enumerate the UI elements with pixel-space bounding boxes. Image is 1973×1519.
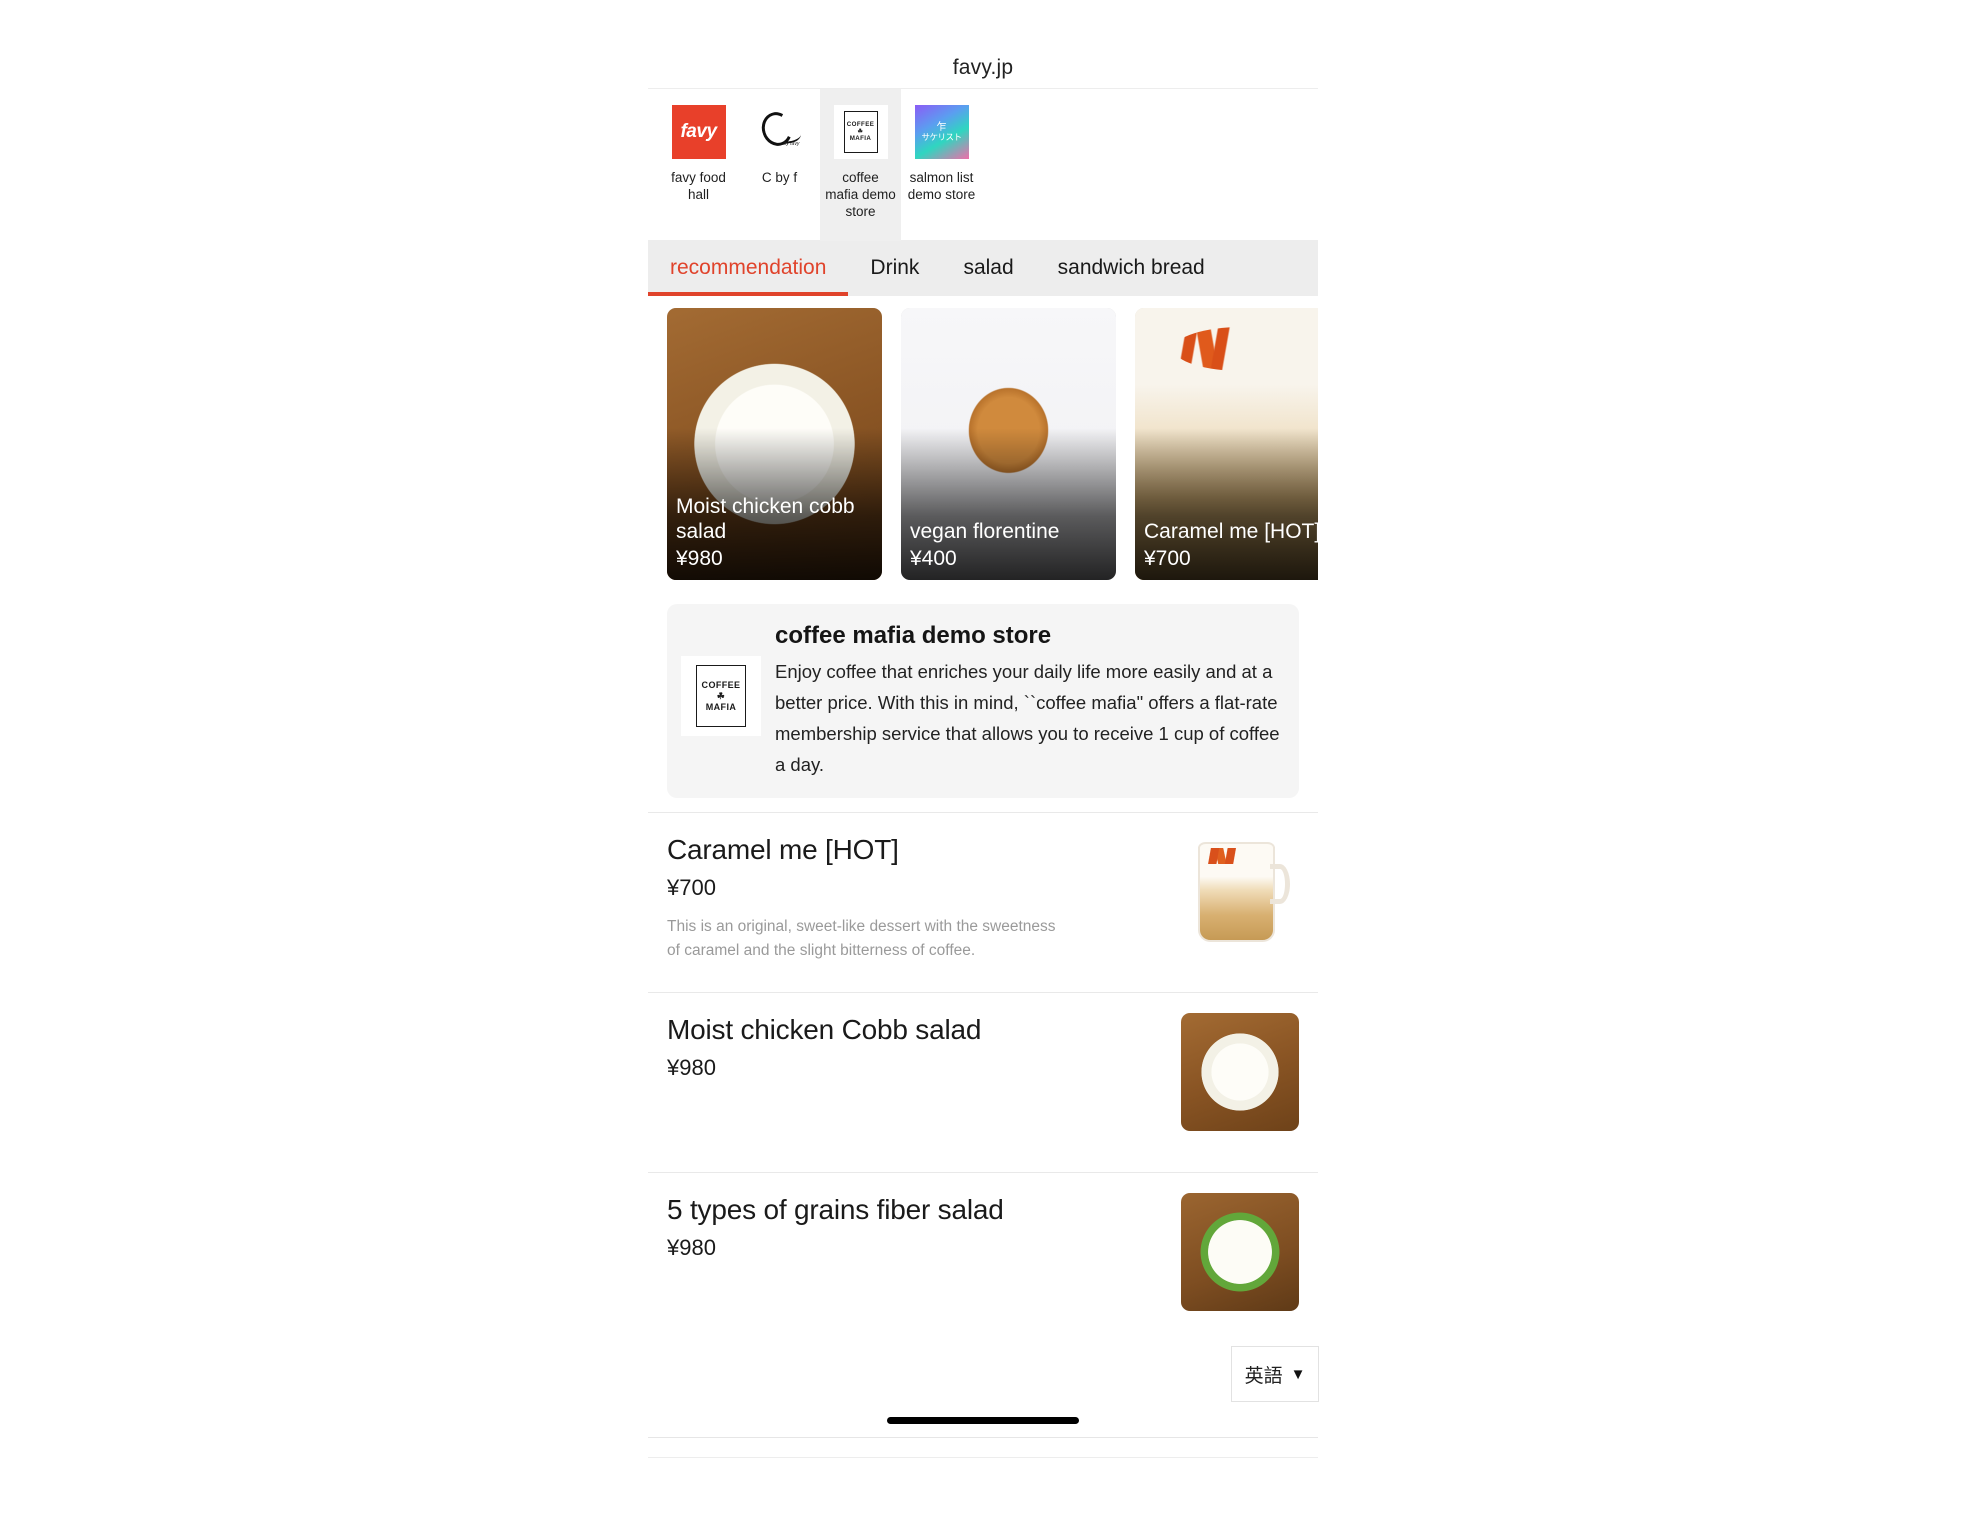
menu-item-info: Moist chicken Cobb salad ¥980 [667, 1013, 1165, 1095]
menu-item-name: Caramel me [HOT] [667, 834, 899, 865]
menu-item-list: Caramel me [HOT] ¥700 This is an origina… [648, 812, 1318, 1352]
language-selector-value: 英語 [1244, 1365, 1283, 1387]
carousel-card[interactable]: vegan florentine ¥400 [901, 308, 1116, 580]
menu-item-name: Moist chicken Cobb salad [667, 1014, 982, 1045]
page-frame: favy.jp favy favy food hall by favy C by… [648, 48, 1319, 1458]
store-label: C by f [761, 170, 798, 185]
store-label: coffee mafia demo store [825, 170, 896, 219]
card-item-price: ¥980 [676, 547, 723, 570]
salmon-logo-text: サケリスト [921, 131, 962, 142]
store-tile-coffee-mafia-demo-store[interactable]: COFFEE ☘ MAFIA coffee mafia demo store [820, 89, 901, 241]
menu-item-name: 5 types of grains fiber salad [667, 1194, 1004, 1225]
store-label: salmon list demo store [907, 170, 976, 202]
category-tab-bar: recommendation Drink salad sandwich brea… [648, 240, 1318, 296]
menu-item-row[interactable]: Moist chicken Cobb salad ¥980 [648, 992, 1318, 1172]
store-label: favy food hall [671, 170, 726, 202]
menu-item-row[interactable]: Caramel me [HOT] ¥700 This is an origina… [648, 812, 1318, 992]
card-caption: Moist chicken cobb salad ¥980 [676, 494, 874, 572]
menu-item-thumbnail [1181, 1193, 1299, 1311]
mustache-icon: ☘ [716, 690, 726, 701]
mafia-bottom-text: MAFIA [705, 701, 737, 712]
menu-item-price: ¥700 [667, 875, 716, 900]
latte-drizzle-detail [1206, 848, 1264, 864]
store-info-title: coffee mafia demo store [775, 622, 1052, 649]
caramel-drizzle-detail [1173, 327, 1312, 371]
menu-item-description: This is an original, sweet-like dessert … [667, 918, 1056, 959]
card-item-name: Moist chicken cobb salad [676, 495, 855, 543]
mafia-bottom-text: MAFIA [849, 135, 872, 143]
store-tile-c-by-f[interactable]: by favy C by f [739, 89, 820, 241]
screen-root: favy.jp favy favy food hall by favy C by… [0, 0, 1973, 1519]
home-indicator-area [648, 1410, 1318, 1430]
coffee-mafia-logo-icon: COFFEE ☘ MAFIA [833, 105, 888, 159]
store-info-body: coffee mafia demo store Enjoy coffee tha… [775, 620, 1281, 780]
store-tile-salmon-list-demo-store[interactable]: 乍 サケリスト salmon list demo store [901, 89, 982, 241]
menu-item-thumbnail [1181, 833, 1299, 951]
tab-sandwich-bread[interactable]: sandwich bread [1036, 240, 1227, 296]
favy-logo-text: favy [671, 105, 726, 159]
cobb-salad-photo [1181, 1013, 1299, 1131]
card-item-price: ¥700 [1144, 547, 1191, 570]
frame-bottom-edge [648, 1457, 1318, 1458]
mafia-top-text: COFFEE [846, 120, 875, 128]
c-by-f-subtext: by favy [783, 141, 800, 147]
tab-drink[interactable]: Drink [848, 240, 941, 296]
caramel-latte-photo [1181, 833, 1299, 951]
favy-logo-icon: favy [671, 105, 726, 159]
card-caption: vegan florentine ¥400 [910, 519, 1108, 572]
store-info-panel: COFFEE ☘ MAFIA coffee mafia demo store E… [667, 604, 1299, 798]
tab-recommendation[interactable]: recommendation [648, 240, 849, 296]
menu-item-thumbnail [1181, 1013, 1299, 1131]
carousel-card[interactable]: Caramel me [HOT] ¥700 [1135, 308, 1318, 580]
card-item-name: Caramel me [HOT] [1144, 520, 1318, 543]
store-info-logo-icon: COFFEE ☘ MAFIA [681, 656, 761, 736]
card-item-name: vegan florentine [910, 520, 1060, 543]
language-selector[interactable]: 英語 ▼ [1231, 1346, 1319, 1402]
grain-salad-photo [1181, 1193, 1299, 1311]
menu-item-price: ¥980 [667, 1055, 716, 1080]
chevron-down-icon: ▼ [1290, 1365, 1306, 1383]
menu-item-info: Caramel me [HOT] ¥700 This is an origina… [667, 833, 1165, 963]
menu-item-price: ¥980 [667, 1235, 716, 1260]
menu-item-info: 5 types of grains fiber salad ¥980 [667, 1193, 1165, 1275]
card-caption: Caramel me [HOT] ¥700 [1144, 519, 1318, 572]
mafia-top-text: COFFEE [701, 679, 741, 690]
coffee-mafia-plate: COFFEE ☘ MAFIA [696, 665, 746, 727]
carousel-card[interactable]: Moist chicken cobb salad ¥980 [667, 308, 882, 580]
salmon-list-mark: 乍 サケリスト [914, 105, 969, 159]
featured-carousel[interactable]: Moist chicken cobb salad ¥980 vegan flor… [648, 296, 1318, 594]
store-info-description: Enjoy coffee that enriches your daily li… [775, 661, 1280, 775]
site-title: favy.jp [952, 56, 1014, 79]
c-by-f-logo-icon: by favy [752, 105, 807, 159]
home-indicator [887, 1416, 1079, 1424]
card-item-price: ¥400 [910, 547, 957, 570]
salmon-list-logo-icon: 乍 サケリスト [914, 105, 969, 159]
store-switcher: favy favy food hall by favy C by f COFFE… [648, 88, 1318, 241]
coffee-mafia-plate: COFFEE ☘ MAFIA [843, 111, 878, 153]
coffee-mafia-mark: COFFEE ☘ MAFIA [833, 105, 888, 159]
tab-salad[interactable]: salad [941, 240, 1035, 296]
latte-handle-shape [1269, 863, 1290, 904]
menu-item-row[interactable]: 5 types of grains fiber salad ¥980 [648, 1172, 1318, 1352]
bottom-divider [648, 1437, 1318, 1438]
store-tile-favy-food-hall[interactable]: favy favy food hall [658, 89, 739, 241]
c-by-f-mark: by favy [752, 105, 807, 159]
